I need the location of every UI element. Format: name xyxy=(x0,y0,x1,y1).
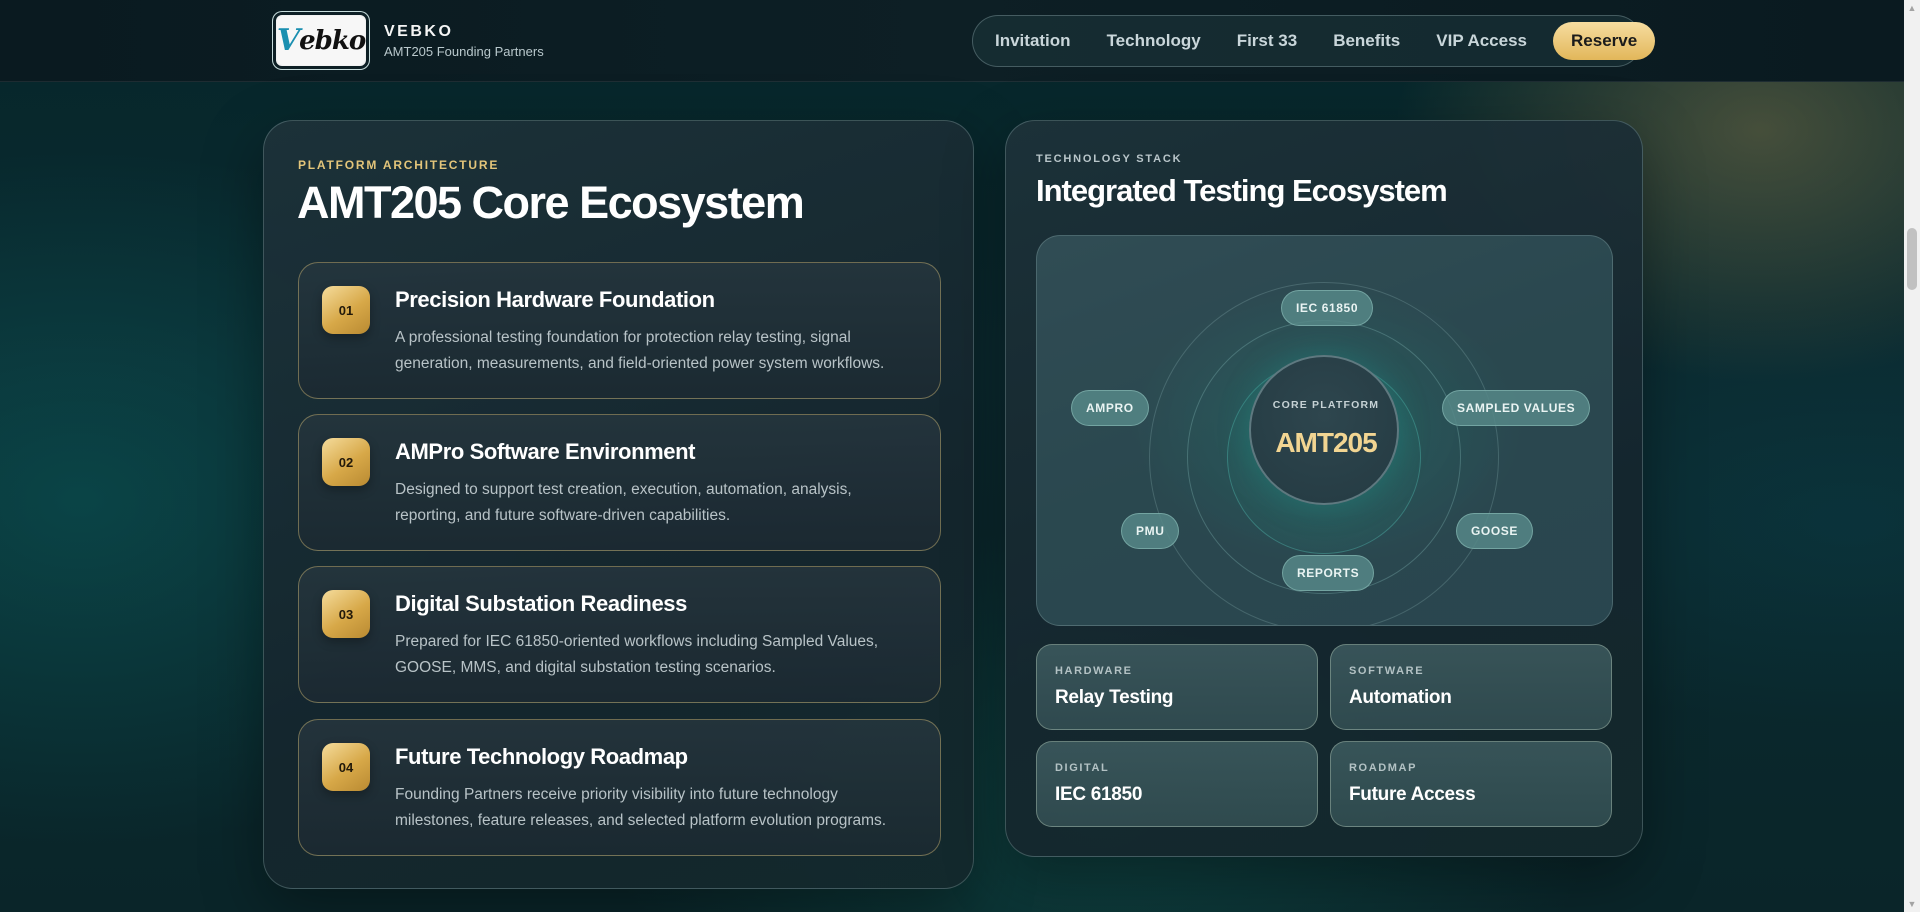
nav-first-33[interactable]: First 33 xyxy=(1237,31,1297,51)
feature-number-badge: 02 xyxy=(322,438,370,486)
stack-card-value: Automation xyxy=(1349,687,1452,708)
feature-number-badge: 04 xyxy=(322,743,370,791)
stack-card-value: IEC 61850 xyxy=(1055,784,1143,805)
ecosystem-diagram: CORE PLATFORM AMT205 IEC 61850 AMPRO SAM… xyxy=(1036,235,1613,626)
stack-card-label: ROADMAP xyxy=(1349,762,1418,774)
technology-stack-panel: TECHNOLOGY STACK Integrated Testing Ecos… xyxy=(1005,120,1643,857)
feature-title: Future Technology Roadmap xyxy=(395,744,688,769)
feature-description: A professional testing foundation for pr… xyxy=(395,329,885,372)
vebko-logo[interactable]: Vebko xyxy=(272,11,370,70)
section-title: Integrated Testing Ecosystem xyxy=(1036,173,1448,208)
feature-title: Digital Substation Readiness xyxy=(395,591,687,616)
section-title: AMT205 Core Ecosystem xyxy=(297,177,805,228)
nav-technology[interactable]: Technology xyxy=(1107,31,1201,51)
section-eyebrow: TECHNOLOGY STACK xyxy=(1036,153,1183,165)
nav-vip-access[interactable]: VIP Access xyxy=(1436,31,1527,51)
section-eyebrow: PLATFORM ARCHITECTURE xyxy=(298,158,500,172)
main-nav: Invitation Technology First 33 Benefits … xyxy=(972,15,1656,67)
stack-card-label: DIGITAL xyxy=(1055,762,1110,774)
feature-description: Prepared for IEC 61850-oriented workflow… xyxy=(395,633,879,676)
brand[interactable]: Vebko VEBKO AMT205 Founding Partners xyxy=(272,11,544,70)
platform-architecture-panel: PLATFORM ARCHITECTURE AMT205 Core Ecosys… xyxy=(263,120,974,889)
feature-card: 01 Precision Hardware Foundation A profe… xyxy=(298,262,941,399)
page-scrollbar[interactable]: ▲ ▼ xyxy=(1904,0,1920,912)
feature-title: Precision Hardware Foundation xyxy=(395,287,715,312)
stack-card-software: SOFTWARE Automation xyxy=(1330,644,1612,730)
feature-title: AMPro Software Environment xyxy=(395,439,696,464)
reserve-button[interactable]: Reserve xyxy=(1553,22,1656,60)
feature-description: Founding Partners receive priority visib… xyxy=(395,786,887,829)
stack-card-value: Future Access xyxy=(1349,784,1476,805)
scroll-down-arrow-icon[interactable]: ▼ xyxy=(1904,896,1920,912)
feature-number-badge: 03 xyxy=(322,590,370,638)
stack-card-digital: DIGITAL IEC 61850 xyxy=(1036,741,1318,827)
stack-card-value: Relay Testing xyxy=(1055,687,1174,708)
stack-card-label: SOFTWARE xyxy=(1349,665,1425,677)
feature-description: Designed to support test creation, execu… xyxy=(395,481,852,524)
top-navigation-bar: Vebko VEBKO AMT205 Founding Partners Inv… xyxy=(0,0,1904,82)
core-platform-node: CORE PLATFORM AMT205 xyxy=(1249,355,1399,505)
node-goose: GOOSE xyxy=(1456,513,1534,549)
node-sampled-values: SAMPLED VALUES xyxy=(1442,390,1591,426)
scroll-up-arrow-icon[interactable]: ▲ xyxy=(1904,0,1920,16)
nav-benefits[interactable]: Benefits xyxy=(1333,31,1400,51)
feature-card: 03 Digital Substation Readiness Prepared… xyxy=(298,566,941,703)
node-reports: REPORTS xyxy=(1282,555,1375,591)
scrollbar-thumb[interactable] xyxy=(1907,228,1917,290)
stack-card-hardware: HARDWARE Relay Testing xyxy=(1036,644,1318,730)
feature-number-badge: 01 xyxy=(322,286,370,334)
node-iec-61850: IEC 61850 xyxy=(1281,290,1374,326)
stack-card-roadmap: ROADMAP Future Access xyxy=(1330,741,1612,827)
logo-wordmark: Vebko xyxy=(277,16,366,65)
feature-card: 04 Future Technology Roadmap Founding Pa… xyxy=(298,719,941,856)
stack-card-label: HARDWARE xyxy=(1055,665,1133,677)
core-label: CORE PLATFORM xyxy=(1272,399,1380,411)
nav-invitation[interactable]: Invitation xyxy=(995,31,1071,51)
brand-name: VEBKO xyxy=(384,22,454,40)
node-pmu: PMU xyxy=(1121,513,1180,549)
feature-card: 02 AMPro Software Environment Designed t… xyxy=(298,414,941,551)
node-ampro: AMPRO xyxy=(1071,390,1149,426)
brand-text: VEBKO AMT205 Founding Partners xyxy=(384,23,544,59)
core-name: AMT205 xyxy=(1275,427,1377,458)
brand-subtitle: AMT205 Founding Partners xyxy=(384,43,544,59)
